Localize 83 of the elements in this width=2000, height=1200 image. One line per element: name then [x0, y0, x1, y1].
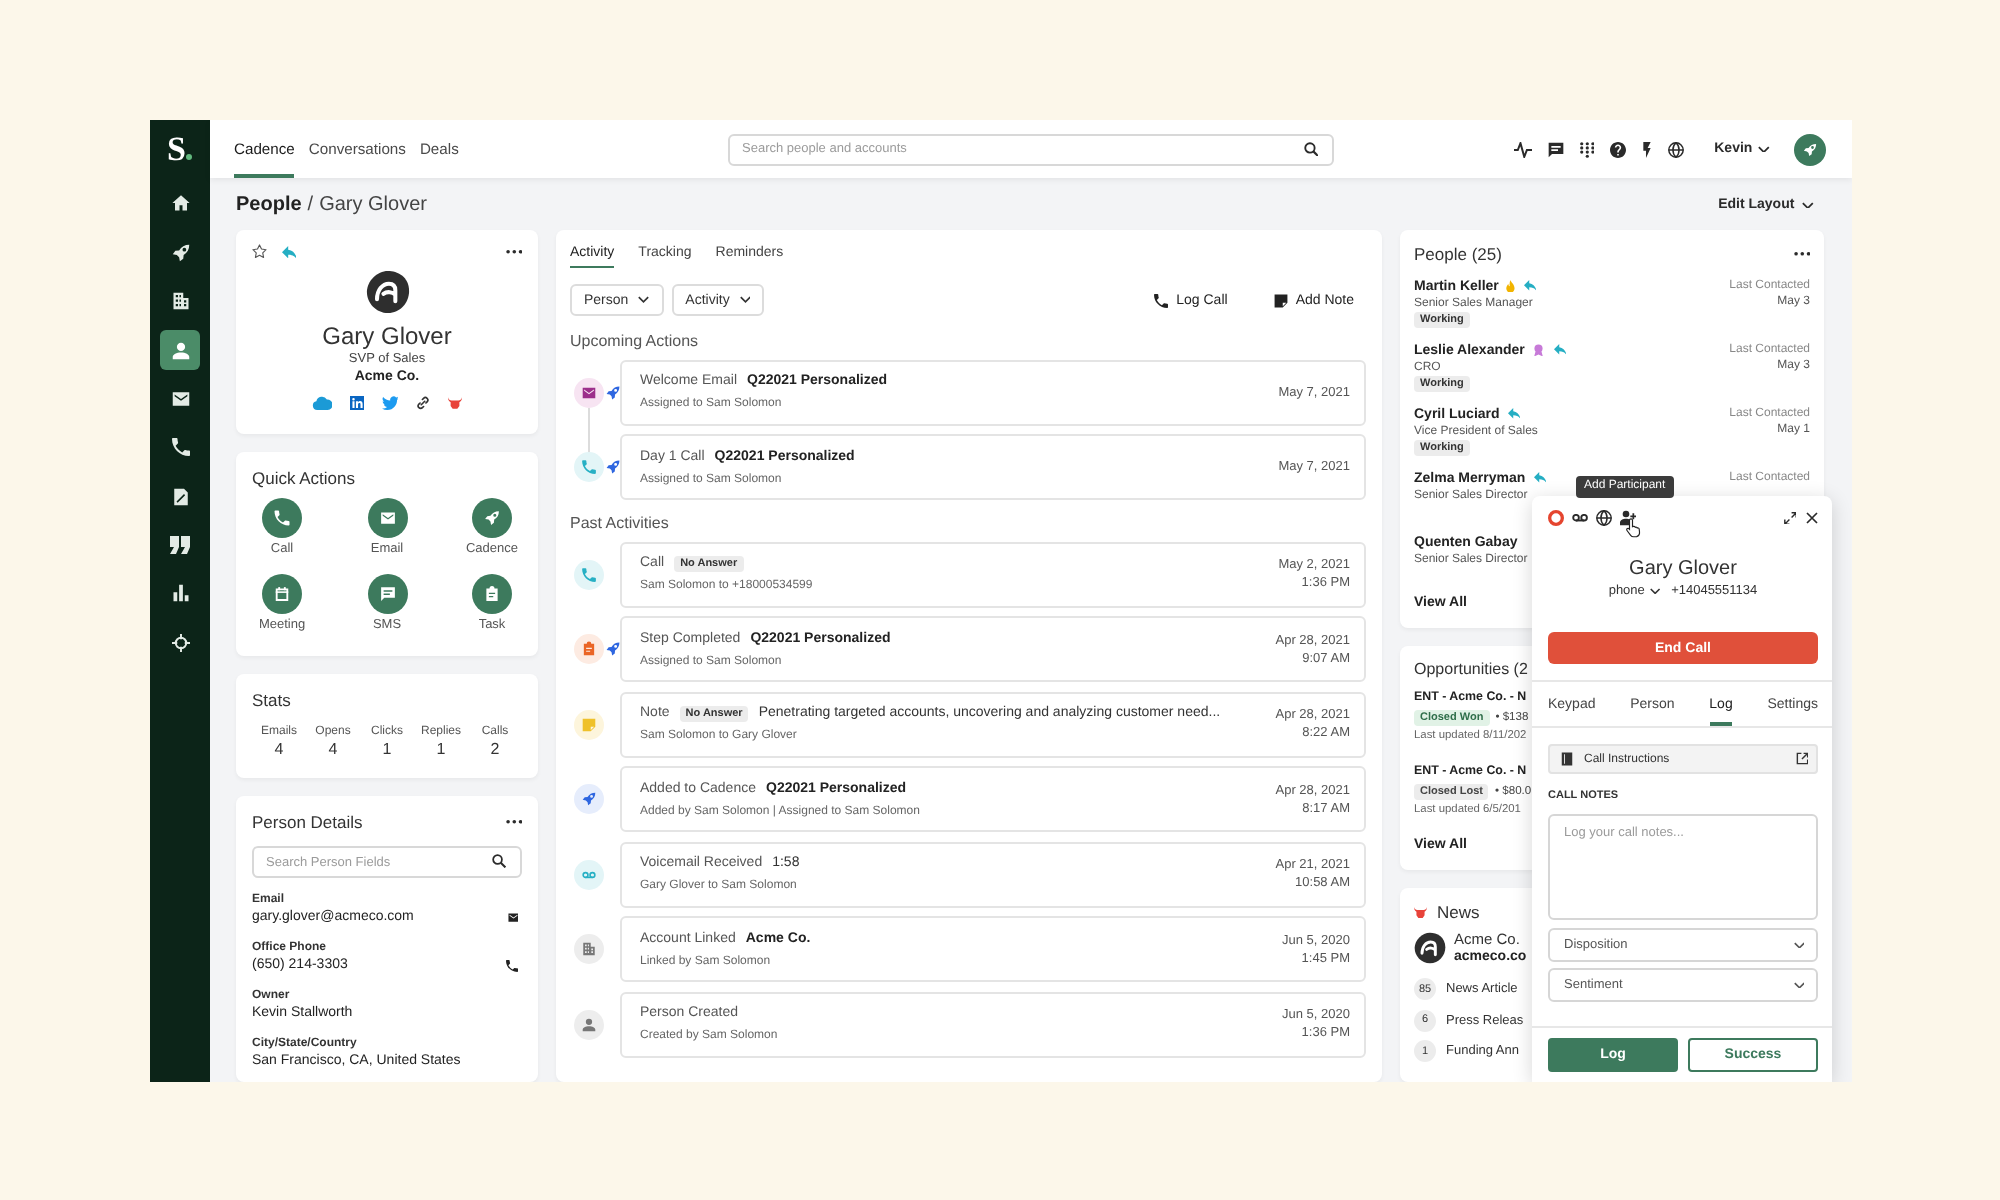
chevron-icon [1793, 981, 1804, 989]
company-logo-icon [1414, 932, 1446, 964]
chat-icon [367, 574, 407, 614]
linkedin-icon[interactable] [350, 396, 365, 410]
rocket-icon[interactable] [1794, 133, 1826, 165]
rocket-icon [171, 243, 189, 262]
note-icon [1273, 293, 1288, 307]
section-heading: Upcoming Actions [570, 332, 701, 352]
envelope-icon [171, 389, 189, 408]
bar-chart-icon [171, 584, 189, 603]
caller-name: Gary Glover [1627, 558, 1739, 582]
rocket-icon [472, 498, 512, 538]
search-icon[interactable] [1303, 141, 1318, 157]
cloud-icon[interactable] [311, 396, 333, 410]
chevron-icon [1758, 145, 1770, 153]
link-icon[interactable] [416, 396, 431, 410]
chevron-icon [1793, 941, 1804, 949]
globe-icon[interactable] [1668, 141, 1685, 157]
voicemail-icon[interactable] [1572, 514, 1589, 522]
rocket-icon [573, 784, 603, 814]
notebook-icon [1560, 752, 1574, 766]
chevron-icon [1802, 201, 1814, 209]
card-title: Stats [252, 690, 293, 710]
phone-icon [573, 452, 603, 482]
clipboard-icon [573, 634, 603, 664]
hand-cursor-icon [1626, 518, 1641, 538]
envelope-icon [573, 377, 603, 407]
chevron-icon [1650, 587, 1662, 595]
close-icon[interactable] [1806, 512, 1818, 524]
phone-icon [171, 438, 189, 457]
phone-icon [1154, 293, 1169, 307]
stat-value: 4 [328, 740, 338, 760]
nav-button[interactable] [160, 330, 200, 371]
app-logo[interactable]: S [167, 131, 193, 168]
person-icon [171, 341, 189, 360]
card-title: Opportunities (2 [1414, 660, 1528, 680]
quote-icon [170, 536, 190, 555]
phone-icon[interactable] [506, 960, 518, 972]
envelope-icon [367, 498, 407, 538]
lightning-icon[interactable] [1642, 141, 1653, 157]
stat-value: 2 [490, 740, 500, 760]
phone-icon [573, 559, 603, 589]
stat-value: 1 [436, 740, 446, 760]
bird-icon[interactable] [382, 396, 399, 410]
company-logo-icon [365, 270, 409, 314]
bull-head-icon [1414, 905, 1427, 919]
help-icon[interactable] [1610, 141, 1627, 157]
section-heading: Past Activities [570, 514, 671, 534]
record-icon[interactable] [1548, 510, 1564, 526]
reply-icon[interactable] [281, 245, 296, 259]
search-icon[interactable] [492, 854, 506, 869]
crosshair-icon [171, 633, 189, 652]
breadcrumb-link[interactable]: People [236, 193, 302, 217]
building-icon [573, 934, 603, 964]
expand-icon[interactable] [1783, 511, 1796, 525]
page-title: Gary Glover [319, 193, 427, 217]
clipboard-icon [472, 574, 512, 614]
star-icon[interactable] [252, 244, 267, 260]
phone-icon [262, 498, 302, 538]
pulse-icon[interactable] [1514, 141, 1533, 157]
bull-head-icon[interactable] [448, 396, 463, 410]
card-title: Quick Actions [252, 468, 357, 488]
chevron-icon [739, 296, 751, 304]
external-link-icon [1795, 752, 1808, 766]
globe-icon[interactable] [1596, 510, 1613, 526]
voicemail-icon [573, 859, 603, 889]
chevron-icon [638, 296, 650, 304]
building-icon [171, 292, 189, 311]
card-title: News [1437, 902, 1480, 922]
person-name: Gary Glover [322, 322, 452, 350]
card-title: Person Details [252, 812, 363, 832]
document-icon [171, 487, 189, 506]
stat-value: 1 [382, 740, 392, 760]
chat-icon[interactable] [1548, 141, 1565, 157]
home-icon [171, 194, 189, 213]
stat-value: 4 [274, 740, 284, 760]
keypad-icon[interactable] [1580, 141, 1595, 157]
calendar-icon [262, 574, 302, 614]
note-icon [573, 709, 603, 739]
breadcrumb-separator: / [307, 193, 314, 217]
card-title: People (25) [1414, 244, 1502, 264]
envelope-icon[interactable] [507, 912, 518, 924]
person-icon [573, 1009, 603, 1039]
